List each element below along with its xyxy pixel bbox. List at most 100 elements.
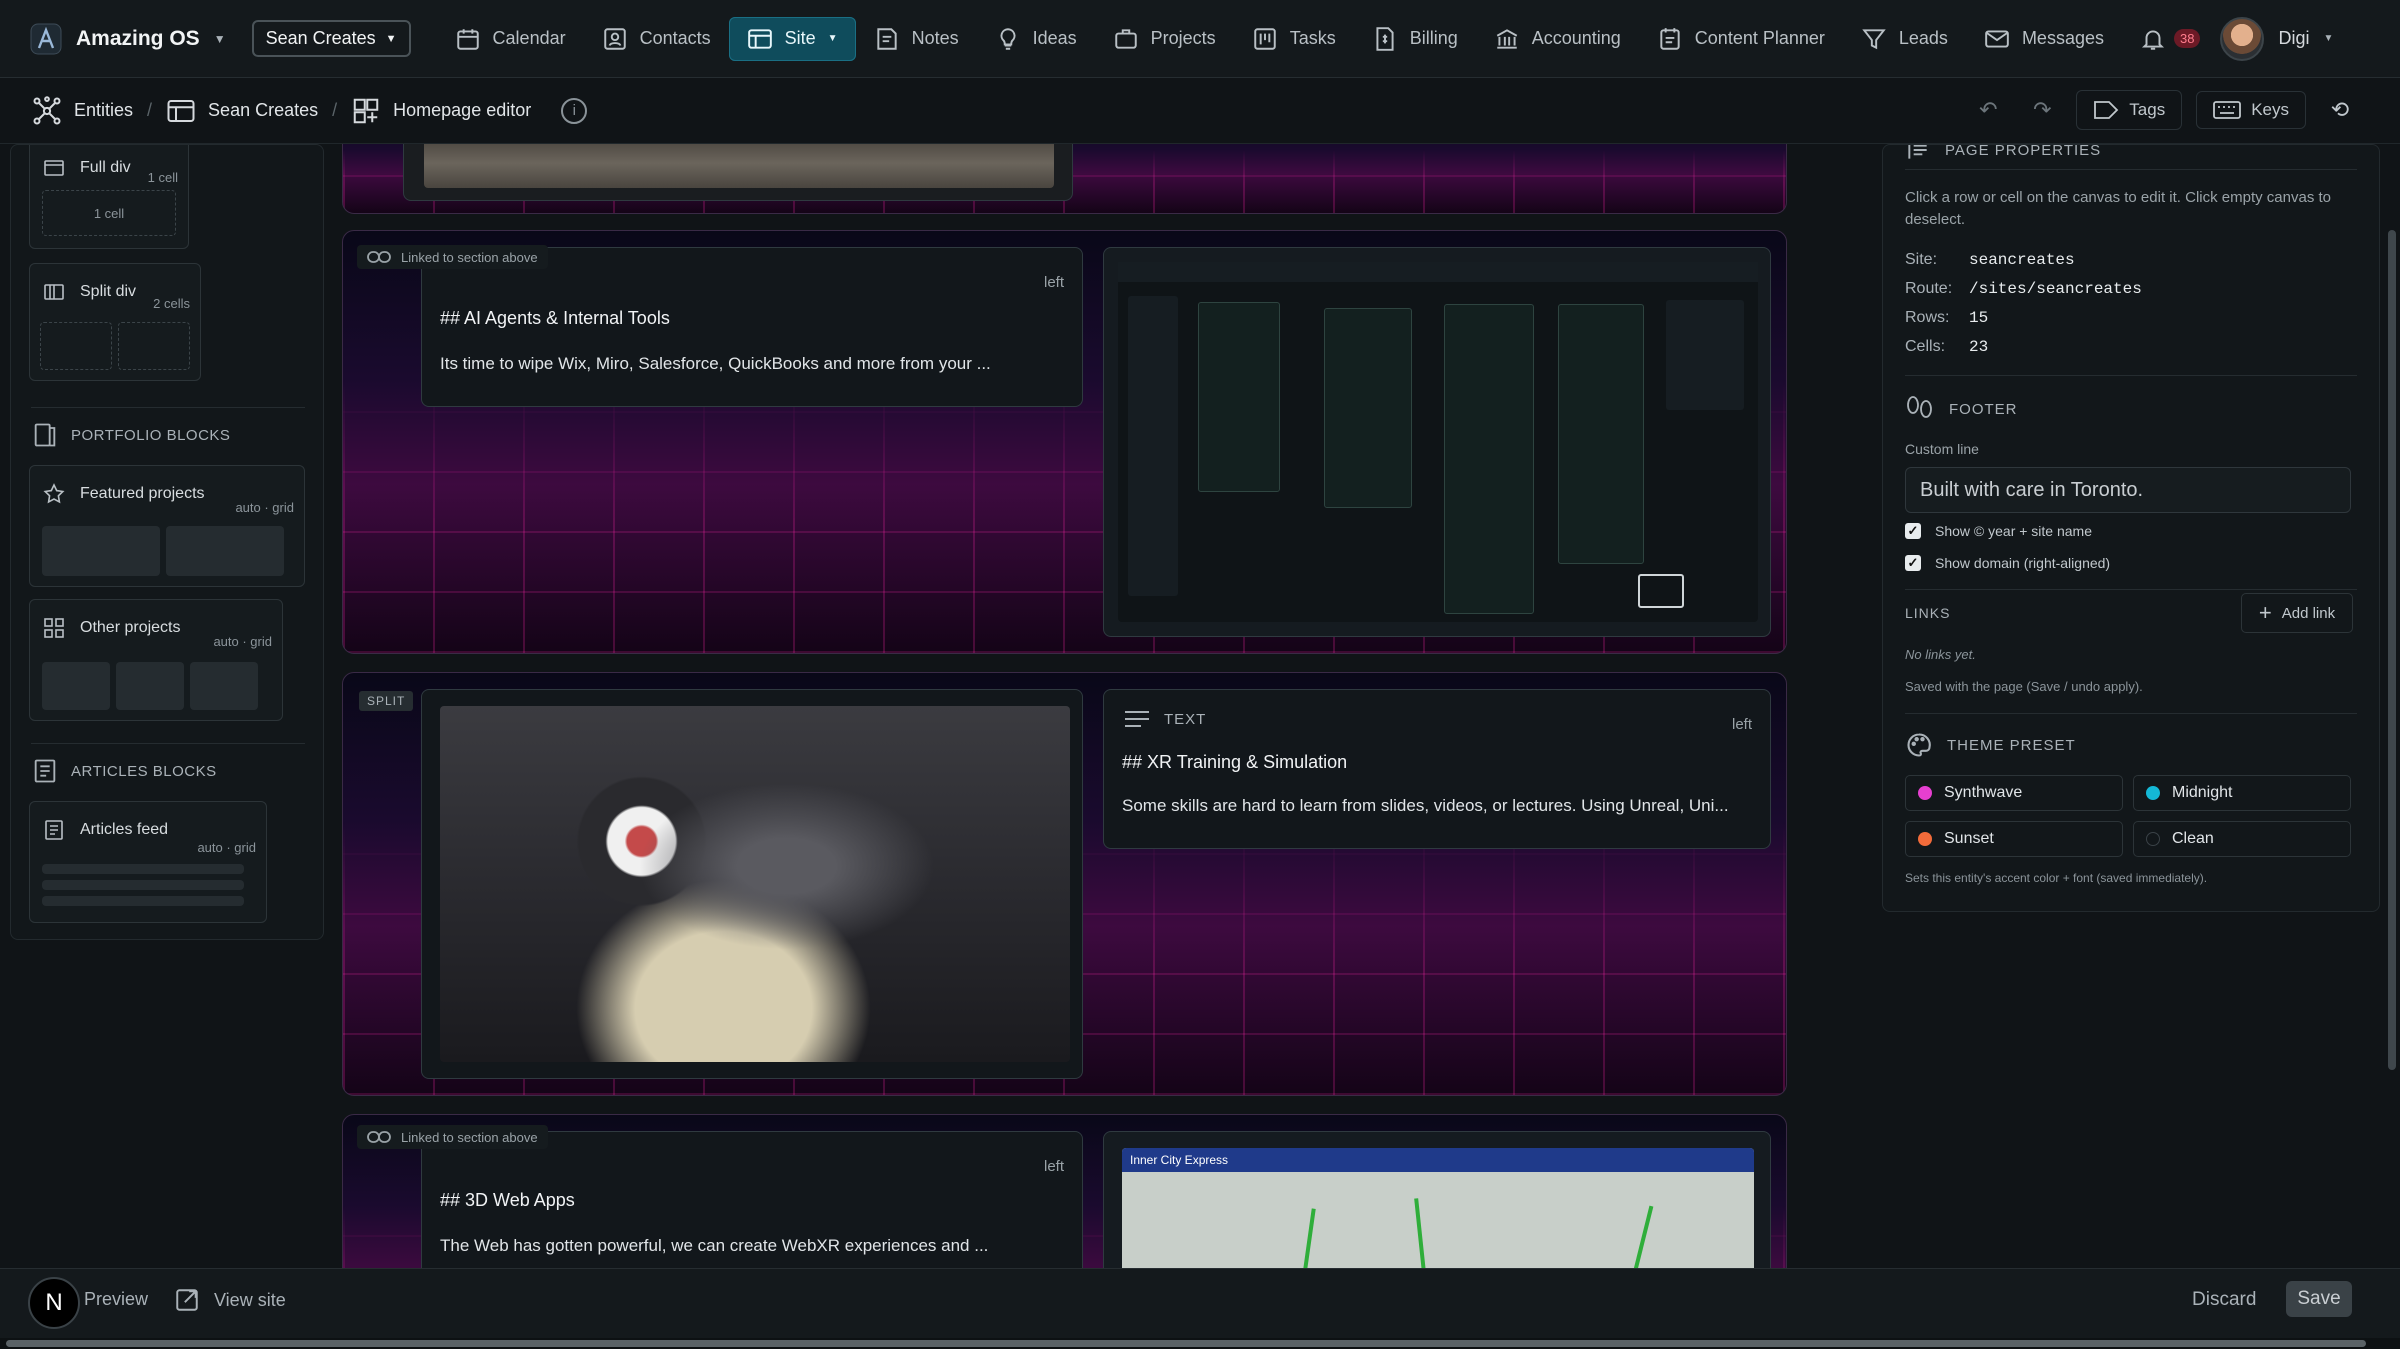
nav-ideas[interactable]: Ideas (977, 17, 1095, 61)
page-canvas[interactable]: left ## AI Agents & Internal Tools Its t… (340, 144, 1805, 1269)
image-cell[interactable] (421, 689, 1083, 1079)
checkbox-label: Show domain (right-aligned) (1935, 555, 2111, 571)
checkbox-checked[interactable]: ✓ (1905, 523, 1921, 539)
tags-button[interactable]: Tags (2076, 90, 2183, 130)
nav-messages[interactable]: Messages (1966, 17, 2122, 61)
view-site-button[interactable]: View site (174, 1287, 286, 1313)
footer-heading: FOOTER (1905, 395, 2018, 423)
color-dot (2146, 786, 2160, 800)
contacts-icon (603, 27, 626, 50)
nav-projects[interactable]: Projects (1095, 17, 1234, 61)
app-switcher[interactable]: Amazing OS ▼ (30, 23, 226, 55)
image-cell[interactable]: Inner City Express (1103, 1131, 1771, 1269)
theme-option-clean[interactable]: Clean (2133, 821, 2351, 857)
vertical-scrollbar[interactable] (2388, 230, 2396, 1070)
color-dot (1918, 786, 1932, 800)
split-div-block[interactable]: Split div 2 cells (29, 263, 201, 381)
keys-button[interactable]: Keys (2196, 91, 2306, 129)
nav-contacts[interactable]: Contacts (584, 17, 729, 61)
text-cell[interactable]: left ## 3D Web Apps The Web has gotten p… (421, 1131, 1083, 1269)
alignment-label: left (1043, 1158, 1064, 1175)
history-icon[interactable]: ⟲ (2320, 90, 2360, 130)
info-icon[interactable]: i (561, 97, 588, 124)
nav-accounting[interactable]: Accounting (1476, 17, 1639, 61)
theme-name: Midnight (2172, 784, 2233, 801)
field-label: Route: (1905, 280, 1953, 297)
nav-content-planner[interactable]: Content Planner (1639, 17, 1843, 61)
full-div-block[interactable]: Full div 1 cell 1 cell (29, 145, 189, 249)
linked-label: Linked to section above (401, 1129, 538, 1145)
image-cell[interactable] (1103, 247, 1771, 637)
block-meta: 1 cell (147, 170, 178, 185)
theme-option-midnight[interactable]: Midnight (2133, 775, 2351, 811)
linked-section-tag: Linked to section above (357, 245, 548, 269)
text-cell[interactable]: TEXT left ## XR Training & Simulation So… (1103, 689, 1771, 849)
assistant-fab[interactable]: N (28, 1277, 80, 1329)
nav-calendar[interactable]: Calendar (437, 17, 584, 61)
show-domain-checkbox[interactable]: ✓ Show domain (right-aligned) (1905, 555, 2110, 571)
page-title: Homepage editor (393, 100, 532, 120)
canvas-row[interactable] (342, 144, 1787, 214)
nav-label: Projects (1150, 28, 1216, 48)
text-cell[interactable]: left ## AI Agents & Internal Tools Its t… (421, 247, 1083, 407)
cell-body: Some skills are hard to learn from slide… (1122, 796, 1729, 815)
divider (1905, 713, 2357, 714)
canvas-row[interactable]: SPLIT TEXT left ## XR Training & Simulat… (342, 672, 1787, 1096)
tags-label: Tags (2129, 100, 2166, 119)
cells-row: Cells: 23 (1905, 338, 1988, 356)
canvas-row[interactable]: left ## AI Agents & Internal Tools Its t… (342, 230, 1787, 654)
nav-notes[interactable]: Notes (856, 17, 977, 61)
breadcrumb-site[interactable]: Sean Creates (166, 96, 318, 126)
nav-site[interactable]: Site ▼ (728, 16, 856, 61)
nav-leads[interactable]: Leads (1843, 17, 1966, 61)
article-icon (45, 820, 63, 840)
nav-billing[interactable]: Billing (1354, 17, 1476, 61)
redo-icon[interactable]: ↷ (2022, 90, 2062, 130)
add-link-button[interactable]: + Add link (2241, 593, 2353, 633)
panel-hint: Click a row or cell on the canvas to edi… (1905, 189, 2332, 228)
nav-tasks[interactable]: Tasks (1234, 17, 1354, 61)
theme-option-sunset[interactable]: Sunset (1905, 821, 2123, 857)
preview-button[interactable]: Preview (84, 1289, 148, 1310)
bottom-action-bar: N Preview View site Discard Save (0, 1268, 2400, 1338)
portfolio-icon (34, 423, 56, 447)
billing-icon (1376, 26, 1394, 51)
chevron-down-icon: ▼ (2323, 33, 2334, 44)
keys-label: Keys (2251, 100, 2289, 119)
route-row: Route: /sites/seancreates (1905, 280, 2142, 298)
cells-value: 23 (1969, 338, 1989, 356)
nav-label: Notes (911, 28, 959, 48)
other-projects-block[interactable]: Other projects auto · grid (29, 599, 283, 721)
cell-placeholder: 1 cell (42, 190, 176, 236)
canvas-row[interactable]: left ## 3D Web Apps The Web has gotten p… (342, 1114, 1787, 1269)
custom-line-input[interactable]: Built with care in Toronto. (1905, 467, 2351, 513)
checkbox-checked[interactable]: ✓ (1905, 555, 1921, 571)
editor-toolbar: ↶ ↷ Tags Keys ⟲ (1968, 90, 2360, 130)
link-icon (367, 1131, 391, 1143)
checkbox-label: Show © year + site name (1935, 523, 2093, 539)
block-meta: auto · grid (197, 840, 256, 855)
nav-label: Ideas (1032, 28, 1077, 48)
color-dot (2146, 832, 2160, 846)
undo-icon[interactable]: ↶ (1968, 90, 2008, 130)
horizontal-scrollbar[interactable] (0, 1338, 2400, 1349)
show-year-checkbox[interactable]: ✓ Show © year + site name (1905, 523, 2092, 539)
site-row: Site: seancreates (1905, 251, 2075, 269)
nav-label: Site (784, 28, 816, 48)
split-div-icon (44, 284, 64, 300)
canvas-cell[interactable] (403, 144, 1073, 201)
map-image: Inner City Express (1122, 1148, 1754, 1269)
section-label: ARTICLES BLOCKS (71, 762, 217, 780)
save-button[interactable]: Save (2286, 1281, 2352, 1317)
articles-feed-block[interactable]: Articles feed auto · grid (29, 801, 267, 923)
image-thumbnail (424, 144, 1054, 188)
user-menu[interactable]: Digi ▼ (2220, 16, 2334, 61)
featured-projects-block[interactable]: Featured projects auto · grid (29, 465, 305, 587)
tag-icon (2094, 101, 2119, 119)
notifications-button[interactable]: 38 (2140, 26, 2201, 52)
discard-button[interactable]: Discard (2192, 1289, 2256, 1311)
workspace-select[interactable]: Sean Creates ▼ (251, 20, 411, 57)
block-title: Full div (80, 159, 131, 176)
theme-option-synthwave[interactable]: Synthwave (1905, 775, 2123, 811)
breadcrumb-entities[interactable]: Entities (32, 95, 133, 126)
